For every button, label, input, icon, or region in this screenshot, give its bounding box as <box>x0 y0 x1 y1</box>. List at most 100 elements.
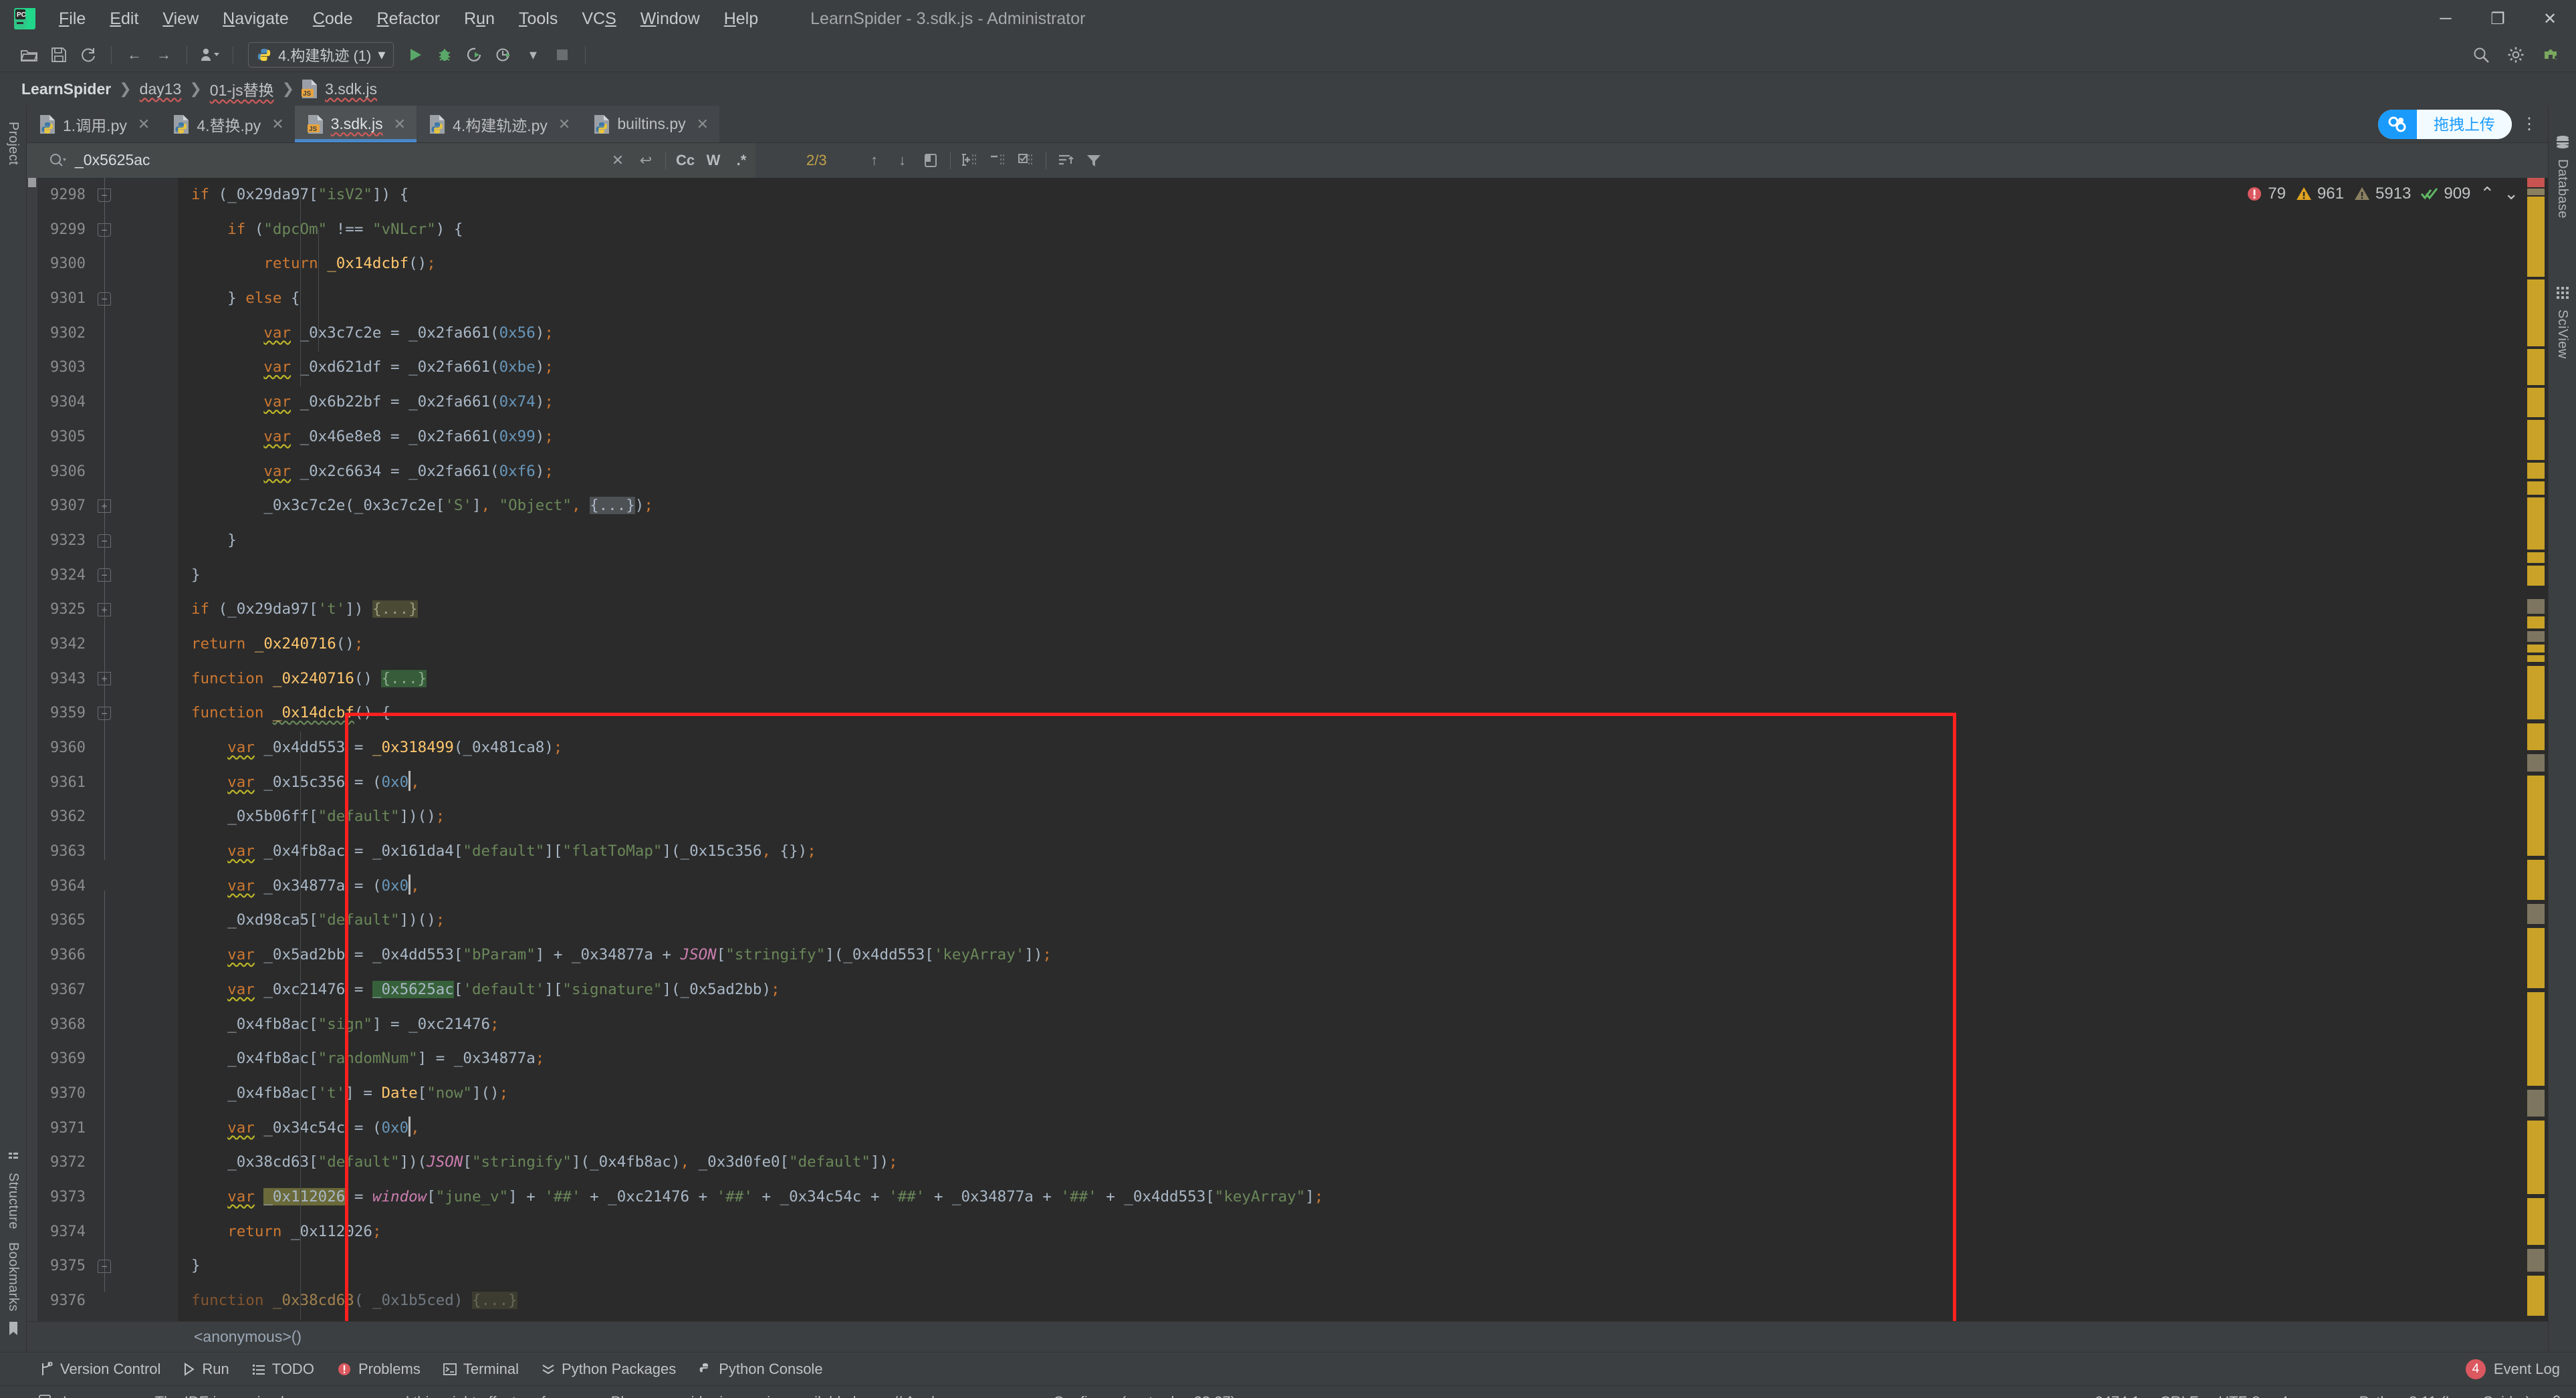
caret-position[interactable]: 9474:1 <box>2095 1393 2139 1398</box>
close-icon[interactable]: ✕ <box>558 116 570 133</box>
code-fold-toggle[interactable]: + <box>98 672 111 686</box>
line-number[interactable]: 9372 <box>37 1145 178 1180</box>
line-number[interactable]: 9323− <box>37 523 178 558</box>
stripe-warning[interactable] <box>2527 552 2545 563</box>
editor-tab-3-active[interactable]: JS 3.sdk.js ✕ <box>294 106 417 142</box>
gear-icon[interactable] <box>2501 41 2531 68</box>
menu-refactor[interactable]: Refactor <box>365 7 453 31</box>
save-icon[interactable] <box>44 41 74 68</box>
read-only-lock-icon[interactable] <box>2551 1395 2563 1398</box>
inspection-prev-icon[interactable]: ⌃ <box>2480 183 2494 204</box>
tool-window-todo[interactable]: TODO <box>252 1361 314 1378</box>
stripe-warning[interactable] <box>2527 566 2545 586</box>
chevron-down-icon[interactable]: ▾ <box>378 46 385 64</box>
run-icon[interactable] <box>400 41 430 68</box>
stripe-warning[interactable] <box>2527 645 2545 653</box>
line-number[interactable]: 9365 <box>37 903 178 938</box>
line-number[interactable]: 9375− <box>37 1249 178 1284</box>
code-fold-toggle[interactable]: − <box>98 188 111 202</box>
event-log-label[interactable]: Event Log <box>2494 1361 2560 1378</box>
inspection-widget[interactable]: 79 961 5913 909 ⌃ ⌄ <box>2246 183 2519 204</box>
stripe-warning[interactable] <box>2527 189 2545 195</box>
close-icon[interactable]: ✕ <box>138 116 150 133</box>
sidebar-item-structure[interactable]: Structure <box>5 1166 21 1236</box>
forward-arrow-icon[interactable]: → <box>149 41 179 68</box>
line-number[interactable]: 9367 <box>37 973 178 1008</box>
add-selection-icon[interactable] <box>956 147 984 174</box>
menu-file[interactable]: File <box>47 7 98 31</box>
remove-selection-icon[interactable] <box>984 147 1012 174</box>
line-number[interactable]: 9369 <box>37 1042 178 1076</box>
folded-code-marker[interactable]: {...} <box>590 497 635 515</box>
line-number[interactable]: 9363 <box>37 834 178 869</box>
stripe-warning[interactable] <box>2527 481 2545 495</box>
code-fold-toggle[interactable]: − <box>98 707 111 721</box>
folded-code-marker[interactable]: {...} <box>372 600 418 618</box>
menu-run[interactable]: Run <box>452 7 507 31</box>
inspection-warnings[interactable]: 961 <box>2295 185 2344 203</box>
editor-tab-2[interactable]: 4.替换.py ✕ <box>160 106 294 142</box>
profile-run-icon[interactable] <box>489 41 518 68</box>
baidu-upload-widget[interactable]: 拖拽上传 <box>2378 109 2512 139</box>
stripe-weak[interactable] <box>2527 599 2545 614</box>
menu-vcs[interactable]: VCS <box>570 7 628 31</box>
stripe-warning[interactable] <box>2527 197 2545 277</box>
inspection-next-icon[interactable]: ⌄ <box>2504 183 2519 204</box>
menu-window[interactable]: Window <box>628 7 712 31</box>
line-number[interactable]: 9364 <box>37 869 178 904</box>
clear-search-icon[interactable]: ✕ <box>604 147 632 174</box>
stripe-warning[interactable] <box>2527 1276 2545 1316</box>
line-number[interactable]: 9305 <box>37 420 178 455</box>
match-case-toggle[interactable]: Cc <box>671 147 699 174</box>
breadcrumb-item-file[interactable]: 3.sdk.js <box>318 80 384 98</box>
line-number[interactable]: 9325 + <box>37 592 178 627</box>
breadcrumb-item-day13[interactable]: day13 <box>133 80 189 98</box>
line-number[interactable]: 9362 <box>37 800 178 834</box>
code-editor[interactable]: 9298−9299−9300 9301−9302 9303 9304 9305 9306 9… <box>27 178 2548 1321</box>
line-number[interactable]: 9370 <box>37 1076 178 1111</box>
more-options-icon[interactable]: ⋮ <box>2521 116 2539 132</box>
close-icon[interactable]: ✕ <box>394 116 406 133</box>
refresh-icon[interactable] <box>74 41 103 68</box>
stripe-warning[interactable] <box>2527 860 2545 900</box>
code-text-area[interactable]: if (_0x29da97["isV2"]) { if ("dpcOm" !==… <box>178 178 2524 1321</box>
code-fold-toggle[interactable]: + <box>98 499 111 513</box>
line-number[interactable]: 9376 <box>37 1284 178 1318</box>
line-number[interactable]: 9299− <box>37 213 178 247</box>
stripe-warning[interactable] <box>2527 723 2545 750</box>
chevron-down-icon[interactable]: ▾ <box>518 41 548 68</box>
back-arrow-icon[interactable]: ← <box>120 41 149 68</box>
line-number[interactable]: 9342 <box>37 627 178 662</box>
menu-edit[interactable]: Edit <box>98 7 150 31</box>
filter-icon[interactable] <box>1080 147 1108 174</box>
menu-help[interactable]: Help <box>712 7 770 31</box>
stripe-warning[interactable] <box>2527 655 2545 662</box>
configure-link[interactable]: Configure (yesterday 23:27) <box>1053 1393 1236 1398</box>
debug-icon[interactable] <box>430 41 459 68</box>
event-log-group[interactable]: 4 Event Log <box>2465 1359 2560 1379</box>
sidebar-item-bookmarks[interactable]: Bookmarks <box>5 1236 21 1318</box>
stripe-warning[interactable] <box>2527 349 2545 385</box>
stripe-warning[interactable] <box>2527 1121 2545 1194</box>
stripe-warning[interactable] <box>2527 497 2545 550</box>
sidebar-item-database[interactable]: Database <box>2555 152 2570 225</box>
close-button[interactable]: ✕ <box>2524 0 2576 37</box>
stripe-warning[interactable] <box>2527 279 2545 346</box>
maximize-button[interactable]: ❐ <box>2472 0 2524 37</box>
stripe-warning[interactable] <box>2527 776 2545 856</box>
code-fold-toggle[interactable]: − <box>98 568 111 582</box>
stripe-weak[interactable] <box>2527 754 2545 772</box>
code-fold-toggle[interactable]: − <box>98 1260 111 1274</box>
line-number[interactable]: 9324− <box>37 558 178 593</box>
tool-window-terminal[interactable]: Terminal <box>443 1361 519 1378</box>
stripe-error[interactable] <box>2527 178 2545 187</box>
plugin-icon[interactable] <box>2536 41 2565 68</box>
whole-words-toggle[interactable]: W <box>699 147 727 174</box>
code-fold-toggle[interactable]: + <box>98 603 111 617</box>
find-next-button[interactable]: ↓ <box>889 147 917 174</box>
line-number[interactable]: 9371 <box>37 1111 178 1146</box>
line-number[interactable]: 9306 <box>37 455 178 489</box>
inspection-weak-warnings[interactable]: 5913 <box>2353 185 2411 203</box>
select-all-checkbox-icon[interactable] <box>1012 147 1040 174</box>
stripe-warning[interactable] <box>2527 992 2545 1086</box>
